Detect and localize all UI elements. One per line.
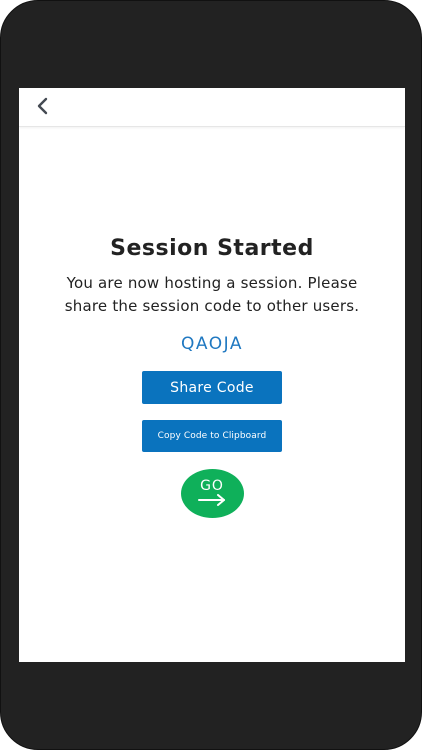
top-app-bar (19, 88, 405, 127)
session-panel: Session Started You are now hosting a se… (19, 234, 405, 518)
go-button[interactable]: GO (180, 469, 244, 518)
page-title: Session Started (110, 236, 314, 261)
arrow-right-icon (197, 494, 225, 506)
back-button[interactable] (31, 94, 55, 118)
session-code: QAOJA (181, 334, 243, 354)
session-message: You are now hosting a session. Please sh… (64, 274, 360, 315)
go-label: GO (200, 478, 224, 494)
device-frame: Session Started You are now hosting a se… (0, 0, 422, 750)
app-screen: Session Started You are now hosting a se… (19, 88, 405, 662)
chevron-left-icon (37, 97, 48, 115)
share-code-button[interactable]: Share Code (142, 371, 282, 404)
copy-code-button[interactable]: Copy Code to Clipboard (142, 420, 282, 452)
